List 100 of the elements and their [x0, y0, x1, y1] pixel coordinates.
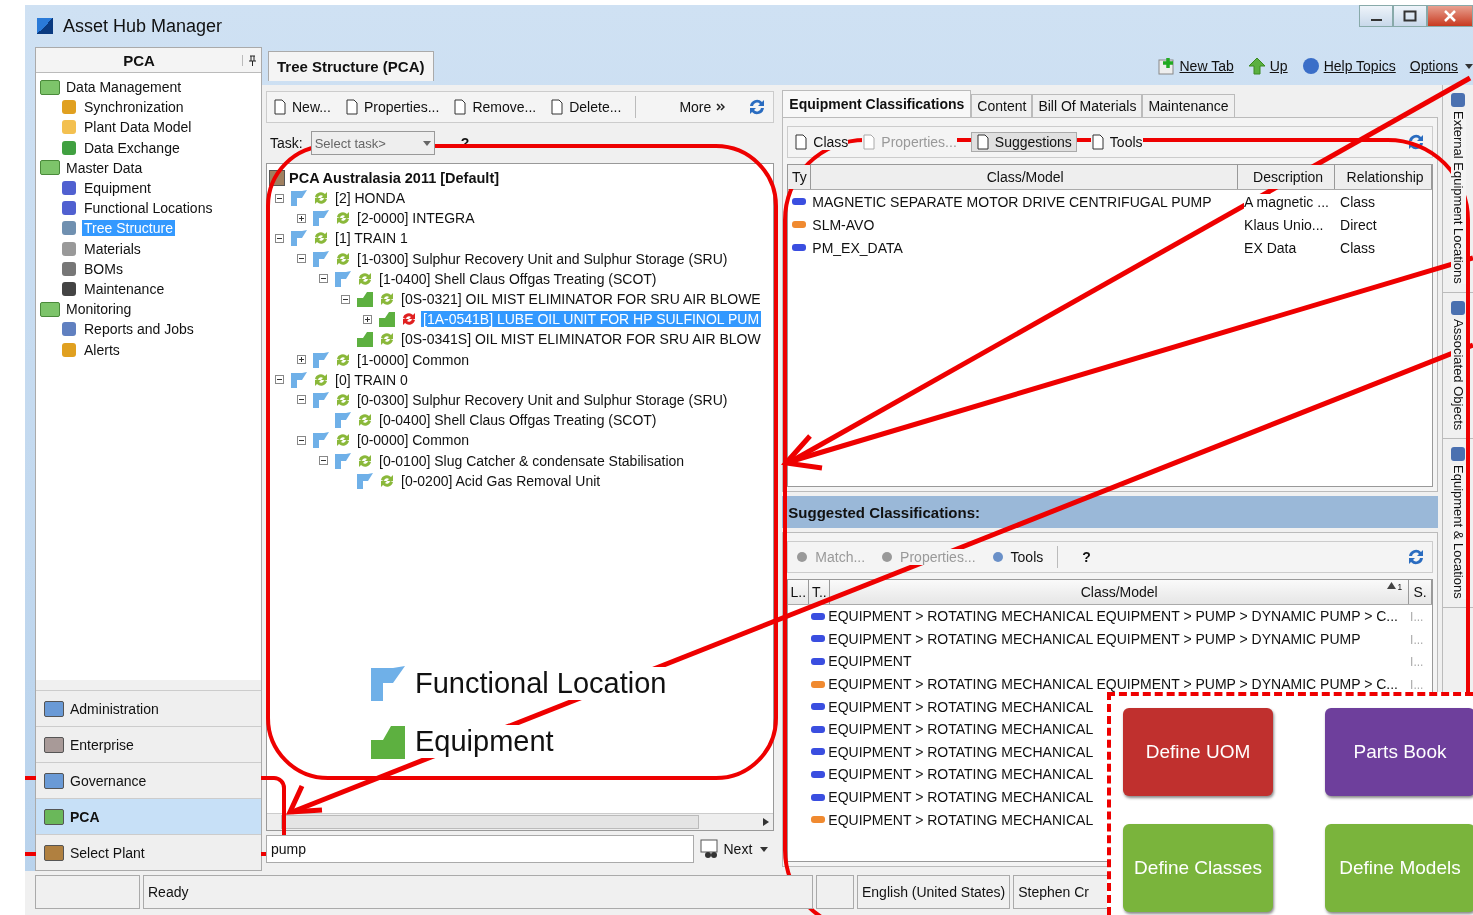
nav-item[interactable]: Materials: [82, 240, 143, 257]
item-icon: [62, 322, 76, 337]
collapse-icon[interactable]: [341, 294, 352, 304]
help-button[interactable]: ?: [1082, 549, 1091, 565]
folder-icon: [40, 79, 60, 95]
folder-icon: [40, 160, 60, 176]
document-icon: [1090, 134, 1105, 150]
legend-label: Equipment: [415, 724, 554, 758]
tree-node[interactable]: [0-0000] Common: [355, 432, 472, 449]
tree-node[interactable]: [0-0100] Slug Catcher & condensate Stabilisation: [377, 452, 687, 469]
collapse-icon[interactable]: [297, 435, 308, 445]
tab[interactable]: Equipment Classifications: [782, 90, 972, 117]
collapse-icon[interactable]: [319, 274, 330, 284]
expand-icon[interactable]: [297, 213, 308, 223]
tree-node[interactable]: [0-0300] Sulphur Recovery Unit and Sulphur Storage (SRU): [355, 391, 730, 408]
collapse-icon[interactable]: [275, 375, 286, 385]
tree-node[interactable]: [0-0400] Shell Claus Offgas Treating (SCOT): [377, 412, 659, 429]
collapse-icon[interactable]: [275, 233, 286, 243]
maximize-button[interactable]: [1393, 5, 1427, 27]
toolbar-button[interactable]: Remove...: [453, 99, 537, 115]
close-icon: [1443, 10, 1457, 22]
toolbar-button[interactable]: Tools: [1090, 134, 1143, 150]
search-field[interactable]: pump: [266, 835, 694, 863]
nav-item[interactable]: Plant Data Model: [82, 119, 194, 136]
tree-node[interactable]: [1-0000] Common: [355, 351, 472, 368]
column-header[interactable]: Class/Model: [811, 165, 1239, 189]
tree-root: PCA Australasia 2011 [Default]: [289, 170, 500, 186]
table-cell: Direct: [1340, 216, 1377, 233]
minimize-button[interactable]: [1359, 5, 1393, 27]
status-text: Ready: [143, 875, 813, 909]
nav-item[interactable]: Data Exchange: [82, 139, 182, 156]
tab[interactable]: Bill Of Materials: [1032, 94, 1143, 117]
expand-icon[interactable]: [297, 355, 308, 365]
toolbar-button[interactable]: New Tab: [1157, 57, 1234, 75]
side-tab[interactable]: Associated Objects: [1443, 292, 1473, 439]
status-text: English (United States): [857, 875, 1011, 909]
tab[interactable]: Maintenance: [1142, 94, 1235, 117]
column-header[interactable]: T..: [809, 580, 831, 604]
nav-item[interactable]: Synchronization: [82, 99, 186, 116]
horizontal-scrollbar[interactable]: [267, 813, 774, 830]
flowchart-box: Define Classes: [1123, 823, 1273, 912]
column-header[interactable]: L..: [788, 580, 810, 604]
tree-node[interactable]: [2] HONDA: [333, 190, 407, 207]
close-button[interactable]: [1427, 5, 1473, 27]
toolbar-button[interactable]: Properties...: [344, 99, 440, 115]
toolbar-button[interactable]: New...: [273, 99, 331, 115]
window-title: Asset Hub Manager: [63, 15, 223, 37]
task-dropdown[interactable]: Select task>: [310, 131, 435, 155]
collapse-icon[interactable]: [297, 254, 308, 264]
nav-item[interactable]: Maintenance: [82, 280, 167, 297]
toolbar-button[interactable]: Up: [1247, 57, 1288, 75]
toolbar-button[interactable]: Delete...: [550, 99, 622, 115]
tab-icon: [1451, 447, 1466, 461]
column-header[interactable]: Ty: [788, 165, 812, 189]
nav-item[interactable]: Monitoring: [64, 301, 134, 318]
tab[interactable]: Tree Structure (PCA): [268, 51, 434, 81]
table-cell: A magnetic ...: [1244, 193, 1329, 210]
item-icon: [62, 120, 76, 135]
table-cell: Class: [1340, 193, 1376, 210]
item-icon: [62, 221, 76, 236]
nav-item[interactable]: Equipment: [82, 180, 153, 197]
item-icon: [62, 281, 76, 296]
table-cell: Class: [1340, 239, 1376, 256]
collapse-icon[interactable]: [319, 456, 330, 466]
tree-node[interactable]: [1] TRAIN 1: [333, 230, 410, 247]
toolbar-button[interactable]: Options: [1409, 57, 1473, 75]
column-header[interactable]: S.: [1409, 580, 1433, 604]
side-tab[interactable]: Equipment & Locations: [1443, 439, 1473, 608]
nav-item[interactable]: Data Management: [64, 79, 184, 96]
nav-item[interactable]: Reports and Jobs: [82, 321, 196, 338]
item-icon: [62, 261, 76, 276]
tree-node[interactable]: [0S-0341S] OIL MIST ELIMINATOR FOR SRU AIR BLOW: [399, 331, 763, 348]
toolbar-button[interactable]: Class: [794, 134, 849, 150]
item-icon: [62, 201, 76, 216]
nav-item[interactable]: Master Data: [64, 159, 145, 176]
column-header[interactable]: Relationship: [1335, 165, 1433, 189]
column-header[interactable]: Description: [1238, 165, 1336, 189]
toolbar-button[interactable]: Suggestions: [970, 132, 1077, 152]
tab[interactable]: Content: [971, 94, 1033, 117]
expand-icon[interactable]: [363, 314, 374, 324]
sort-up-icon: [1387, 582, 1397, 589]
table-cell: I...: [1410, 632, 1424, 647]
document-icon: [550, 99, 565, 115]
collapse-icon[interactable]: [275, 193, 286, 203]
nav-item[interactable]: Functional Locations: [82, 200, 215, 217]
document-icon: [862, 134, 877, 150]
nav-item[interactable]: Alerts: [82, 341, 122, 358]
more-button[interactable]: More: [679, 99, 726, 115]
tree-node[interactable]: [0] TRAIN 0: [333, 371, 410, 388]
tree-node[interactable]: [0S-0321] OIL MIST ELIMINATOR FOR SRU AIR BLOWE: [399, 291, 763, 308]
side-tab[interactable]: External Equipment Locations: [1443, 85, 1473, 293]
tree-node[interactable]: [1-0400] Shell Claus Offgas Treating (SCOT): [377, 270, 659, 287]
table-cell: EQUIPMENT: [828, 653, 912, 670]
toolbar-button[interactable]: Help Topics: [1301, 57, 1396, 75]
tree-node[interactable]: [2-0000] INTEGRA: [355, 210, 477, 227]
tree-node[interactable]: [0-0200] Acid Gas Removal Unit: [399, 472, 603, 489]
next-button[interactable]: Next: [693, 834, 775, 864]
collapse-icon[interactable]: [297, 395, 308, 405]
nav-item[interactable]: BOMs: [82, 260, 125, 277]
tree-node[interactable]: [1-0300] Sulphur Recovery Unit and Sulphur Storage (SRU): [355, 250, 730, 267]
